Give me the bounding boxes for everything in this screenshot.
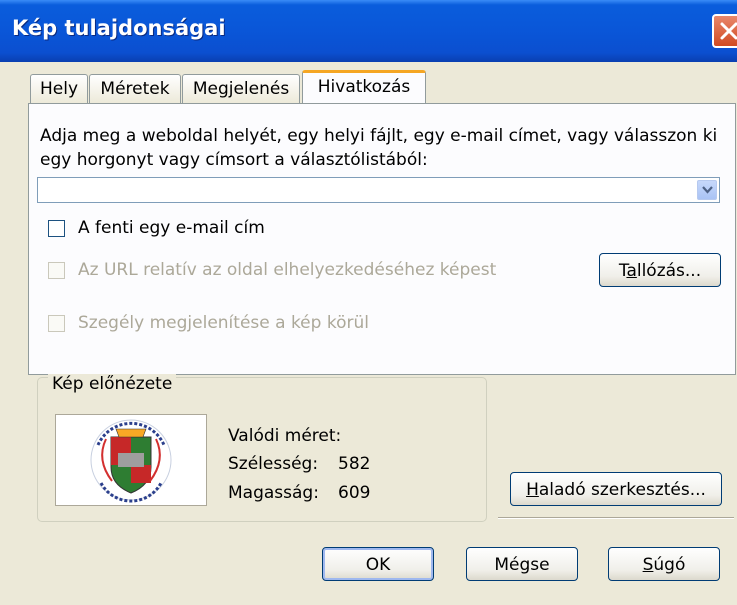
advanced-label-suffix: aladó szerkesztés... [538, 480, 706, 500]
close-button[interactable] [712, 14, 737, 48]
tab-megjelenes[interactable]: Megjelenés [182, 74, 300, 104]
url-dropdown-button[interactable] [697, 180, 717, 200]
close-icon [720, 22, 737, 40]
border-checkbox[interactable] [48, 315, 65, 332]
tab-label: Hivatkozás [317, 77, 411, 97]
browse-button[interactable]: Tallózás... [599, 253, 721, 287]
help-label-suffix: úgó [653, 555, 686, 575]
browse-label-accesskey: a [626, 261, 637, 281]
separator [498, 517, 734, 519]
relative-url-checkbox-label[interactable]: Az URL relatív az oldal elhelyezkedéséhe… [78, 260, 496, 280]
cancel-label: Mégse [494, 555, 550, 575]
link-description: Adja meg a weboldal helyét, egy helyi fá… [40, 126, 718, 170]
email-checkbox-label[interactable]: A fenti egy e-mail cím [78, 218, 265, 238]
image-preview [55, 414, 207, 506]
preview-legend: Kép előnézete [48, 374, 177, 394]
window-title: Kép tulajdonságai [12, 16, 226, 40]
width-label: Szélesség: [228, 454, 319, 474]
advanced-edit-button[interactable]: Haladó szerkesztés... [510, 472, 722, 506]
tab-label: Méretek [100, 79, 170, 99]
height-value: 609 [338, 483, 371, 503]
tab-hely[interactable]: Hely [30, 74, 88, 104]
border-checkbox-label[interactable]: Szegély megjelenítése a kép körül [78, 313, 369, 333]
real-size-label: Valódi méret: [228, 426, 342, 446]
tab-meretek[interactable]: Méretek [89, 74, 181, 104]
ok-button[interactable]: OK [322, 547, 434, 581]
height-label: Magasság: [228, 483, 319, 503]
help-label-accesskey: S [642, 555, 654, 575]
relative-url-checkbox[interactable] [48, 262, 65, 279]
coat-of-arms-image [90, 419, 172, 503]
browse-label-suffix: llózás... [636, 261, 702, 281]
chevron-down-icon [702, 186, 713, 194]
width-value: 582 [338, 454, 371, 474]
cancel-button[interactable]: Mégse [466, 547, 578, 581]
help-button[interactable]: Súgó [608, 547, 720, 581]
tab-hivatkozas[interactable]: Hivatkozás [302, 70, 426, 104]
email-checkbox[interactable] [48, 220, 65, 237]
url-combobox[interactable] [37, 177, 720, 203]
tab-label: Hely [39, 79, 79, 99]
tab-label: Megjelenés [192, 79, 290, 99]
advanced-label-accesskey: H [526, 480, 539, 500]
ok-label: OK [365, 555, 391, 575]
title-bar[interactable]: Kép tulajdonságai [0, 0, 737, 62]
